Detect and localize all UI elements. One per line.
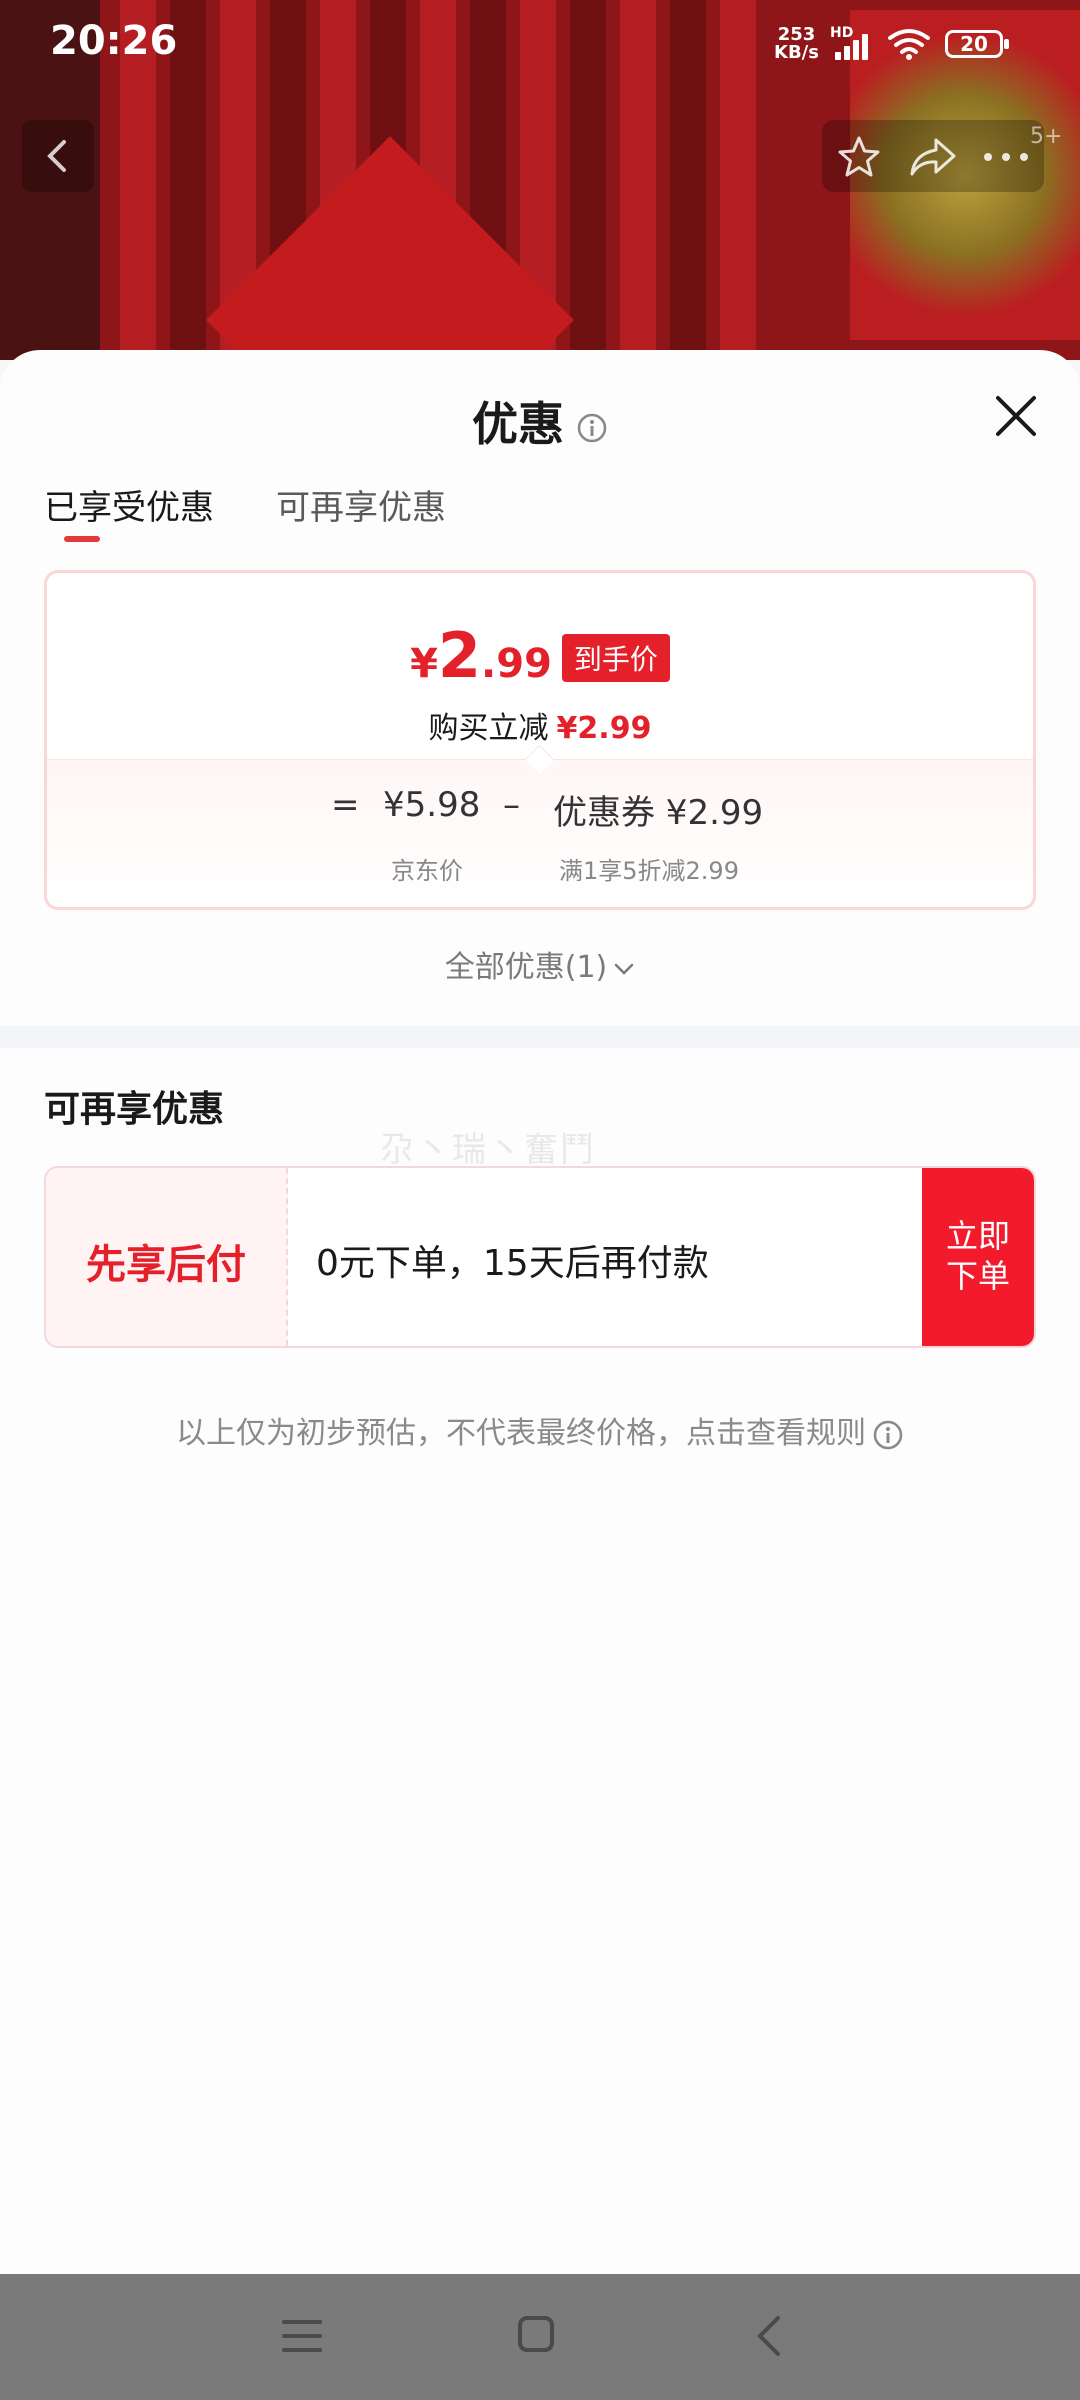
close-icon[interactable] [992, 392, 1040, 440]
pay-later-label-box: 先享后付 [46, 1168, 288, 1346]
price-currency: ¥ [410, 641, 438, 687]
status-time: 20:26 [50, 18, 178, 64]
all-offers-label: 全部优惠(1) [444, 950, 608, 985]
price-decimal: .99 [481, 641, 552, 687]
more-icon[interactable] [980, 134, 1032, 180]
info-icon [873, 1420, 903, 1449]
tab-more-offers[interactable]: 可再享优惠 [276, 480, 446, 529]
offers-sheet: 优惠 已享受优惠 可再享优惠 ¥2.99 到手价 购买立减 ¥2.99 = ¥5.9… [0, 350, 1080, 2274]
signal-icon [835, 30, 875, 60]
price-rules-text: 以上仅为初步预估，不代表最终价格，点击查看规则 [176, 1416, 866, 1451]
pay-later-description: 0元下单，15天后再付款 [316, 1243, 709, 1284]
status-bar: 20:26 253 KB/s HD 20 [0, 0, 1080, 90]
battery-icon: 20 [945, 30, 1009, 58]
sheet-title-text: 优惠 [472, 397, 564, 451]
bg-red-diamond [206, 136, 574, 360]
info-icon[interactable] [576, 401, 608, 455]
sheet-title: 优惠 [0, 388, 1080, 455]
home-icon[interactable] [516, 2314, 556, 2354]
pay-later-card: 先享后付 0元下单，15天后再付款 立即 下单 [44, 1166, 1036, 1348]
minus-sign: – [503, 785, 520, 825]
network-speed-unit: KB/s [774, 42, 819, 63]
equals-sign: = [331, 785, 360, 825]
instant-discount: 购买立减 ¥2.99 [47, 703, 1033, 747]
back-button[interactable] [22, 120, 94, 192]
tab-enjoyed-offers[interactable]: 已享受优惠 [44, 480, 214, 529]
instant-discount-amount: ¥2.99 [556, 711, 652, 746]
order-now-line1: 立即 [945, 1217, 1010, 1255]
back-nav-icon[interactable] [752, 2314, 788, 2358]
more-offers-title: 可再享优惠 [44, 1089, 225, 1130]
order-now-button[interactable]: 立即 下单 [922, 1168, 1034, 1346]
star-icon[interactable] [836, 134, 882, 180]
watermark: 尕丶瑞丶奮鬥 [380, 1130, 596, 1170]
jd-price: ¥5.98 [383, 785, 481, 825]
wifi-icon [888, 29, 930, 60]
system-nav-bar [0, 2274, 1080, 2400]
jd-price-label: 京东价 [391, 857, 463, 885]
price-integer: 2 [437, 619, 482, 692]
network-speed: 253 KB/s [774, 26, 819, 62]
coupon-rule: 满1享5折减2.99 [559, 857, 739, 885]
price-breakdown-bg [47, 759, 1033, 907]
section-divider [0, 1026, 1080, 1048]
back-icon [47, 140, 66, 172]
final-price: ¥2.99 到手价 [47, 619, 1033, 692]
top-actions [822, 120, 1044, 192]
order-now-line2: 下单 [945, 1257, 1010, 1295]
share-icon[interactable] [908, 134, 958, 180]
coupon-amount: 优惠券 ¥2.99 [553, 793, 764, 833]
message-badge: 5+ [1030, 124, 1063, 149]
price-rules-note[interactable]: 以上仅为初步预估，不代表最终价格，点击查看规则 [0, 1408, 1080, 1452]
price-card: ¥2.99 到手价 购买立减 ¥2.99 = ¥5.98 – 优惠券 ¥2.99 京… [44, 570, 1036, 910]
chevron-down-icon [615, 963, 634, 975]
menu-icon[interactable] [280, 2314, 324, 2358]
pay-later-label: 先享后付 [86, 1242, 246, 1288]
all-offers-toggle[interactable]: 全部优惠(1) [0, 942, 1080, 986]
final-price-tag: 到手价 [561, 634, 670, 682]
instant-discount-label: 购买立减 [428, 711, 549, 746]
active-tab-indicator [64, 536, 100, 542]
